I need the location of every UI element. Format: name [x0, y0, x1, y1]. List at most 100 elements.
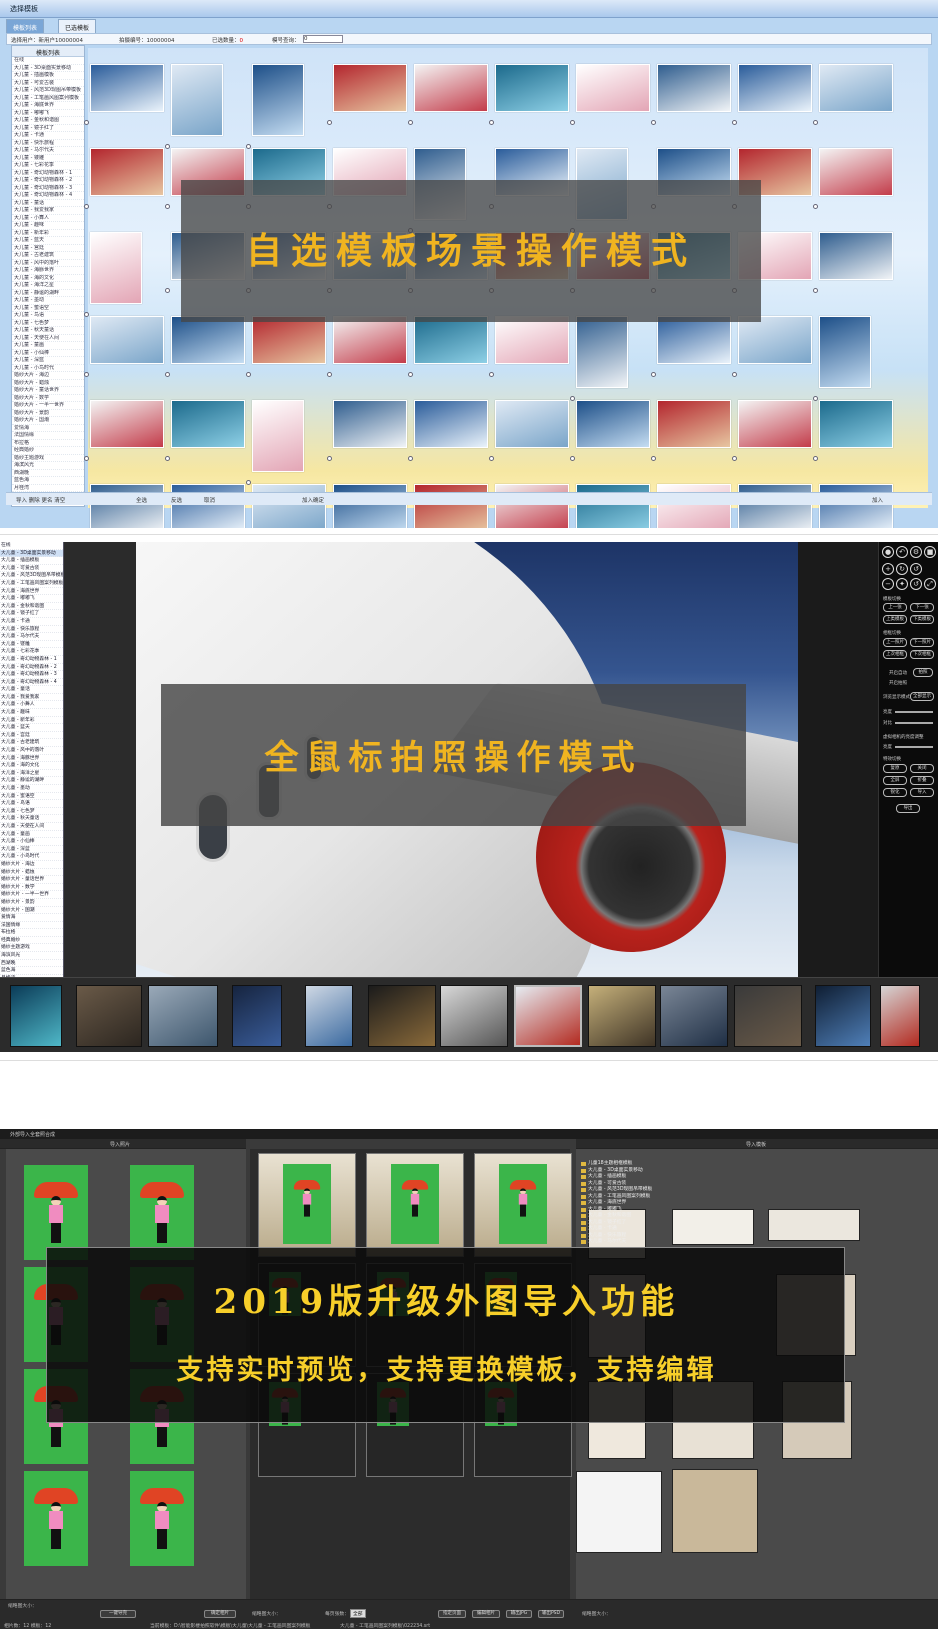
open-shoot-label[interactable]: 开启拍照: [889, 680, 907, 686]
category-item[interactable]: 法国情缘: [0, 922, 63, 930]
sidebar-item[interactable]: 大儿童 - 宫廷: [12, 245, 84, 252]
sidebar-item[interactable]: 大儿童 - 快乐旅程: [12, 140, 84, 147]
compass-icon[interactable]: ✦: [896, 578, 908, 590]
sidebar-item[interactable]: 婚纱大片 - 一半一世界: [12, 402, 84, 410]
select-radio[interactable]: [84, 312, 89, 317]
category-item[interactable]: 布拉格: [0, 929, 63, 937]
sidebar-item[interactable]: 大儿童 - 镜子红了: [12, 125, 84, 132]
select-radio[interactable]: [813, 120, 818, 125]
imported-photo[interactable]: [130, 1165, 194, 1260]
edit-photo-button[interactable]: 编辑相片: [472, 1610, 500, 1618]
sidebar-item[interactable]: 大儿童 - 风中的落叶: [12, 260, 84, 267]
template-thumbnail[interactable]: [495, 484, 569, 528]
category-item[interactable]: 婚纱主题游戏: [0, 944, 63, 953]
select-radio[interactable]: [246, 372, 251, 377]
sidebar-item[interactable]: 婚纱大片 - 数学: [12, 395, 84, 402]
category-item[interactable]: 大儿童 - 奇幻动物森林 - 1: [0, 656, 63, 664]
sidebar-item[interactable]: 婚纱大片 - 蜡烛: [12, 380, 84, 387]
category-item[interactable]: 婚纱大片 - 海边: [0, 861, 63, 869]
category-item[interactable]: 蓝色海: [0, 967, 63, 975]
prev-photo-button[interactable]: 上一照片: [883, 638, 907, 647]
category-item[interactable]: 大儿童 - 风中的落叶: [0, 747, 63, 755]
select-radio[interactable]: [651, 372, 656, 377]
select-radio[interactable]: [84, 456, 89, 461]
sidebar-item[interactable]: 蓝色海: [12, 477, 84, 485]
template-thumbnail[interactable]: [90, 232, 142, 304]
sidebar-item[interactable]: 大儿童 - 鸟语: [12, 312, 84, 320]
template-thumbnail[interactable]: [90, 148, 164, 196]
category-item[interactable]: 大儿童 - 蓝天: [0, 724, 63, 732]
template-thumbnail[interactable]: [819, 148, 893, 196]
sidebar-item[interactable]: 大儿童 - 童话: [12, 200, 84, 207]
import-all-button[interactable]: 一键导完: [100, 1610, 136, 1618]
filmstrip-thumbnail[interactable]: [734, 985, 802, 1047]
select-radio[interactable]: [165, 144, 170, 149]
category-item[interactable]: 大儿童 - 插画模板: [0, 557, 63, 565]
next-button[interactable]: 下一张: [910, 603, 934, 612]
template-thumbnail[interactable]: [657, 484, 731, 528]
sidebar-item[interactable]: 大儿童 - 风范3D现图吊带模板: [12, 87, 84, 95]
template-preview[interactable]: [672, 1469, 758, 1553]
sidebar-item[interactable]: 婚纱大片 - 海边: [12, 372, 84, 380]
sidebar-item[interactable]: 大儿童 - 奇幻动物森林 - 1: [12, 170, 84, 177]
category-item[interactable]: 大儿童 - 深蓝: [0, 846, 63, 854]
template-thumbnail[interactable]: [657, 400, 731, 448]
template-thumbnail[interactable]: [252, 484, 326, 528]
select-radio[interactable]: [813, 204, 818, 209]
sidebar-item[interactable]: 大儿童 - 卡通: [12, 132, 84, 140]
sidebar-item[interactable]: 大儿童 - 童画: [12, 342, 84, 350]
sidebar-item[interactable]: 大儿童 - 3D桌面实景移动: [12, 65, 84, 72]
filmstrip-thumbnail[interactable]: [148, 985, 218, 1047]
template-thumbnail[interactable]: [90, 484, 164, 528]
full-screen-button[interactable]: 全屏: [883, 776, 907, 785]
next-category-button[interactable]: 下类模板: [910, 615, 934, 624]
template-thumbnail[interactable]: [819, 316, 871, 388]
template-thumbnail[interactable]: [657, 64, 731, 112]
category-item[interactable]: 大儿童 - 童话: [0, 686, 63, 694]
category-item[interactable]: 经典婚纱: [0, 937, 63, 945]
template-thumbnail[interactable]: [495, 400, 569, 448]
template-thumbnail[interactable]: [738, 484, 812, 528]
imported-photo[interactable]: [24, 1165, 88, 1260]
rotate-icon[interactable]: ↻: [896, 563, 908, 575]
category-item[interactable]: 大儿童 - 奇幻动物森林 - 2: [0, 664, 63, 672]
select-radio[interactable]: [246, 144, 251, 149]
sidebar-item[interactable]: 大儿童 - 工笔画风图案列模板: [12, 95, 84, 102]
template-thumbnail[interactable]: [414, 484, 488, 528]
category-item[interactable]: 婚纱大片 - 国潮: [0, 907, 63, 915]
next-frame-button[interactable]: 下次相框: [910, 650, 934, 659]
select-radio[interactable]: [327, 120, 332, 125]
prev-button[interactable]: 上一张: [883, 603, 907, 612]
filmstrip-thumbnail[interactable]: [880, 985, 920, 1047]
auto-label[interactable]: 开启自动: [889, 670, 907, 676]
select-radio[interactable]: [813, 288, 818, 293]
select-radio[interactable]: [732, 120, 737, 125]
sidebar-item[interactable]: 大儿童 - 七色梦: [12, 320, 84, 327]
category-item[interactable]: 大儿童 - 宫廷: [0, 732, 63, 740]
select-radio[interactable]: [813, 396, 818, 401]
select-radio[interactable]: [165, 372, 170, 377]
export-button[interactable]: 导出: [896, 804, 920, 813]
template-thumbnail[interactable]: [576, 400, 650, 448]
category-item[interactable]: 大儿童 - 海豚世界: [0, 755, 63, 763]
category-item[interactable]: 大儿童 - 我爱我家: [0, 694, 63, 702]
camera-brightness-slider[interactable]: [895, 746, 933, 748]
sidebar-item[interactable]: 大儿童 - 秋天童话: [12, 327, 84, 335]
fullscreen-icon[interactable]: ⤢: [924, 578, 936, 590]
sidebar-item[interactable]: 大儿童 - 嘟嘟飞: [12, 110, 84, 117]
export-jpg-button[interactable]: 输出JPG: [506, 1610, 532, 1618]
zoom-in-icon[interactable]: +: [882, 563, 894, 575]
select-all-button[interactable]: 全选: [136, 496, 147, 504]
template-thumbnail[interactable]: [819, 232, 893, 280]
category-item[interactable]: 大儿童 - 小仙棒: [0, 838, 63, 846]
sidebar-item[interactable]: 西湖晚: [12, 470, 84, 477]
select-radio[interactable]: [165, 288, 170, 293]
filmstrip-thumbnail[interactable]: [660, 985, 728, 1047]
category-item[interactable]: 大儿童 - 奇幻动物森林 - 3: [0, 671, 63, 679]
composite-cell[interactable]: [474, 1153, 572, 1257]
close-button[interactable]: 关闭: [910, 764, 934, 773]
template-thumbnail[interactable]: [171, 484, 245, 528]
template-thumbnail[interactable]: [171, 400, 245, 448]
shoot-button[interactable]: 拍照: [913, 668, 933, 677]
sidebar-item[interactable]: 大儿童 - 趣味: [12, 222, 84, 230]
